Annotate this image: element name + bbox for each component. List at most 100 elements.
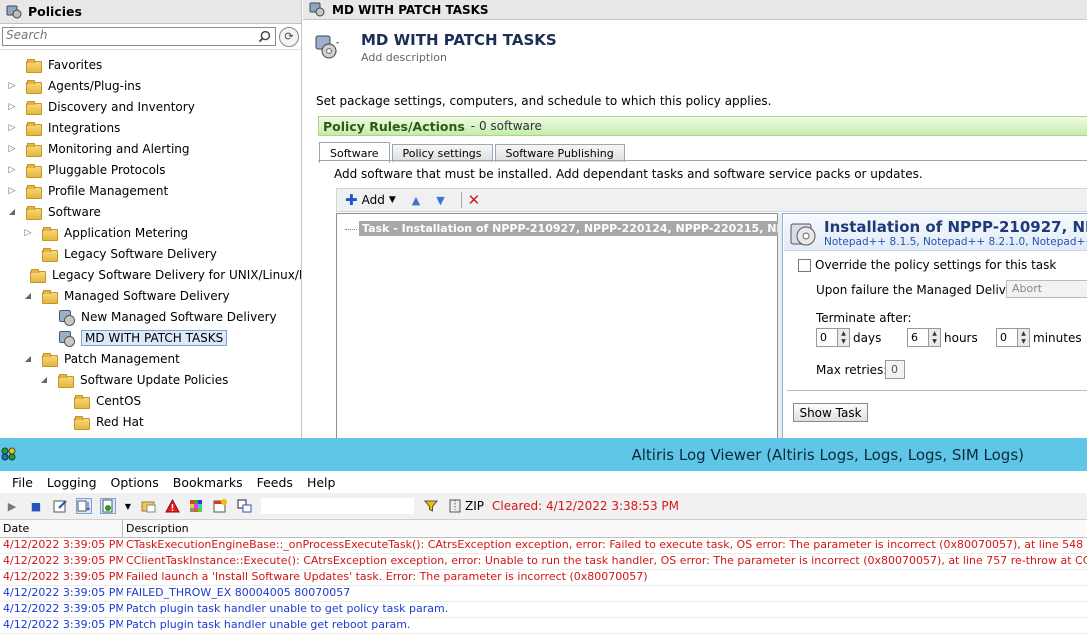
- minutes-spin-buttons[interactable]: ▲ ▼: [1018, 328, 1030, 347]
- spin-up-icon[interactable]: ▲: [841, 330, 846, 338]
- collapse-icon[interactable]: ◢: [22, 290, 34, 302]
- tree-node[interactable]: New Managed Software Delivery: [0, 306, 301, 327]
- log-row[interactable]: 4/12/2022 3:39:05 PM FAILED_THROW_EX 8000…: [0, 586, 1087, 602]
- spin-down-icon[interactable]: ▼: [841, 338, 846, 346]
- window-link-icon[interactable]: [236, 498, 252, 514]
- expand-icon[interactable]: ▷: [6, 122, 18, 134]
- menu-options[interactable]: Options: [104, 475, 166, 490]
- column-header-date[interactable]: Date: [0, 520, 123, 537]
- move-up-icon[interactable]: ▲: [412, 194, 420, 207]
- spin-down-icon[interactable]: ▼: [1021, 338, 1026, 346]
- search-icon[interactable]: [258, 30, 271, 43]
- task-detail-subtitle[interactable]: Notepad++ 8.1.5, Notepad++ 8.2.1.0, Note…: [824, 236, 1087, 248]
- filter-icon[interactable]: [423, 498, 439, 514]
- log-viewer-window: Altiris Log Viewer (Altiris Logs, Logs, …: [0, 438, 1087, 637]
- stop-icon[interactable]: ■: [28, 498, 44, 514]
- tree-node[interactable]: ▷ Monitoring and Alerting: [0, 138, 301, 159]
- zip-label[interactable]: ZIP: [465, 499, 484, 513]
- days-spin-buttons[interactable]: ▲ ▼: [838, 328, 850, 347]
- show-task-button[interactable]: Show Task: [793, 403, 868, 422]
- tree-node[interactable]: ▷ Discovery and Inventory: [0, 96, 301, 117]
- max-retries-field[interactable]: 0: [885, 360, 905, 379]
- policy-title[interactable]: MD WITH PATCH TASKS: [361, 31, 557, 49]
- delete-icon[interactable]: ✕: [468, 191, 481, 209]
- search-input[interactable]: Search: [2, 27, 276, 46]
- play-icon[interactable]: ▶: [4, 498, 20, 514]
- policy-description[interactable]: Add description: [361, 51, 447, 64]
- add-button[interactable]: ✚ Add ▼: [345, 190, 396, 209]
- spin-up-icon[interactable]: ▲: [1021, 330, 1026, 338]
- plus-icon: ✚: [345, 190, 358, 209]
- menu-file[interactable]: File: [5, 475, 40, 490]
- expand-icon[interactable]: ▷: [6, 143, 18, 155]
- policy-icon: [58, 330, 75, 347]
- tree-node[interactable]: MD WITH PATCH TASKS: [0, 327, 301, 348]
- minutes-stepper[interactable]: 0 ▲ ▼ minutes: [996, 328, 1082, 347]
- hours-spin-buttons[interactable]: ▲ ▼: [929, 328, 941, 347]
- hours-field[interactable]: 6: [907, 328, 929, 347]
- detail-divider: [787, 390, 1087, 391]
- warning-icon[interactable]: [164, 498, 180, 514]
- tree-node[interactable]: ◢ Software Update Policies: [0, 369, 301, 390]
- tree-node[interactable]: CentOS: [0, 390, 301, 411]
- tree-node[interactable]: Red Hat: [0, 411, 301, 432]
- edit-icon[interactable]: [52, 498, 68, 514]
- tree-node[interactable]: Legacy Software Delivery: [0, 243, 301, 264]
- days-field[interactable]: 0: [816, 328, 838, 347]
- log-row[interactable]: 4/12/2022 3:39:05 PM Patch plugin task ha…: [0, 602, 1087, 618]
- document-icon[interactable]: [100, 498, 116, 514]
- policy-large-icon[interactable]: [314, 33, 340, 63]
- dropdown-arrow-icon[interactable]: ▼: [124, 498, 132, 514]
- calendar-icon[interactable]: [212, 498, 228, 514]
- tree-node[interactable]: ▷ Pluggable Protocols: [0, 159, 301, 180]
- expand-icon[interactable]: ▷: [6, 164, 18, 176]
- log-row[interactable]: 4/12/2022 3:39:05 PM CTaskExecutionEngine…: [0, 538, 1087, 554]
- tree-node[interactable]: ◢ Software: [0, 201, 301, 222]
- tree-node[interactable]: ◢ Patch Management: [0, 348, 301, 369]
- expand-icon[interactable]: ▷: [22, 227, 34, 239]
- filter-input[interactable]: [260, 497, 415, 515]
- column-header-description[interactable]: Description: [123, 520, 1087, 537]
- expand-icon[interactable]: ▷: [6, 80, 18, 92]
- tree-node[interactable]: Favorites: [0, 54, 301, 75]
- days-stepper[interactable]: 0 ▲ ▼ days: [816, 328, 881, 347]
- tree-node[interactable]: ◢ Managed Software Delivery: [0, 285, 301, 306]
- hours-stepper[interactable]: 6 ▲ ▼ hours: [907, 328, 978, 347]
- folder-icon[interactable]: [140, 498, 156, 514]
- tree-node[interactable]: ▷ Profile Management: [0, 180, 301, 201]
- menu-bookmarks[interactable]: Bookmarks: [166, 475, 250, 490]
- minutes-field[interactable]: 0: [996, 328, 1018, 347]
- spin-down-icon[interactable]: ▼: [932, 338, 937, 346]
- collapse-icon[interactable]: ◢: [6, 206, 18, 218]
- software-task-list[interactable]: Task - Installation of NPPP-210927, NPPP…: [336, 213, 854, 438]
- move-down-icon[interactable]: ▼: [436, 194, 444, 207]
- menu-help[interactable]: Help: [300, 475, 343, 490]
- log-viewer-titlebar[interactable]: Altiris Log Viewer (Altiris Logs, Logs, …: [0, 438, 1087, 471]
- color-grid-icon[interactable]: [188, 498, 204, 514]
- collapse-icon[interactable]: ◢: [38, 374, 50, 386]
- expand-icon[interactable]: ▷: [6, 185, 18, 197]
- spin-up-icon[interactable]: ▲: [932, 330, 937, 338]
- refresh-icon[interactable]: ⟳: [279, 26, 299, 47]
- log-menu-bar: File Logging Options Bookmarks Feeds Hel…: [0, 471, 1087, 493]
- failure-action-select[interactable]: Abort: [1006, 280, 1087, 298]
- tree-node[interactable]: ▷ Integrations: [0, 117, 301, 138]
- tree-node-label: CentOS: [96, 393, 142, 408]
- log-row[interactable]: 4/12/2022 3:39:05 PM Failed launch a 'Ins…: [0, 570, 1087, 586]
- autoscroll-icon[interactable]: [76, 498, 92, 514]
- collapse-icon[interactable]: ◢: [22, 353, 34, 365]
- log-row[interactable]: 4/12/2022 3:39:05 PM CClientTaskInstance:…: [0, 554, 1087, 570]
- menu-logging[interactable]: Logging: [40, 475, 104, 490]
- menu-feeds[interactable]: Feeds: [250, 475, 300, 490]
- tree-node[interactable]: Legacy Software Delivery for UNIX/Linux/…: [0, 264, 301, 285]
- policy-intro-text: Set package settings, computers, and sch…: [316, 94, 772, 108]
- zip-icon[interactable]: [447, 498, 463, 514]
- tree-node[interactable]: ▷ Agents/Plug-ins: [0, 75, 301, 96]
- log-grid-header: Date Description: [0, 520, 1087, 538]
- override-checkbox[interactable]: [798, 258, 811, 272]
- tree-node[interactable]: ▷ Application Metering: [0, 222, 301, 243]
- log-row[interactable]: 4/12/2022 3:39:05 PM Patch plugin task ha…: [0, 618, 1087, 634]
- expand-icon[interactable]: ▷: [6, 101, 18, 113]
